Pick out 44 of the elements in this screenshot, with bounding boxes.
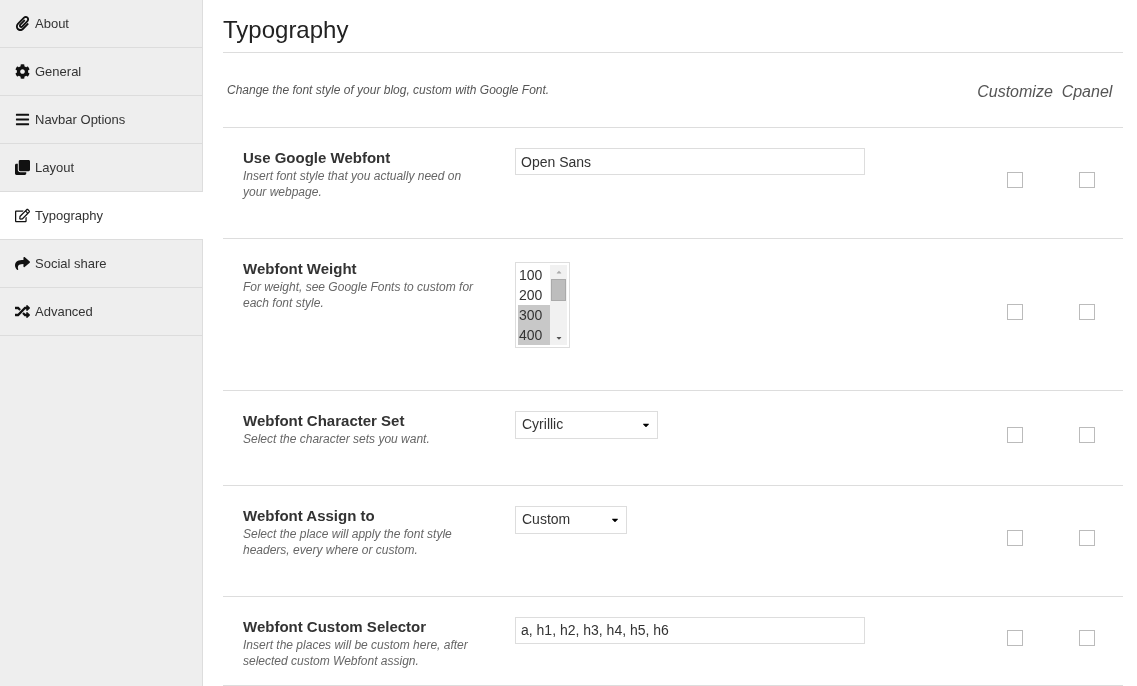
settings-icon: [15, 64, 30, 79]
dropdown[interactable]: Custom: [515, 505, 627, 534]
checkbox[interactable]: [1079, 529, 1095, 546]
checkbox[interactable]: [1007, 172, 1023, 189]
page-title: Typography: [223, 15, 350, 45]
checkbox[interactable]: [1007, 529, 1023, 546]
column-header: Cpanel: [1061, 82, 1113, 103]
menu-icon: [15, 112, 30, 127]
setting-label: Webfont Custom Selector: [243, 616, 428, 637]
setting-help: Insert the places will be custom here, after selected custom Webfont assign.: [243, 636, 469, 669]
sidebar-item[interactable]: Typography: [0, 192, 203, 240]
shuffle-icon: [15, 304, 30, 319]
setting-help: Select the place will apply the font style headers, every where or custom.: [243, 525, 453, 558]
text-field[interactable]: a, h1, h2, h3, h4, h5, h6: [515, 616, 865, 644]
setting-label: Webfont Character Set: [243, 410, 406, 431]
page-description: Change the font style of your blog, custom with Google Font.: [227, 82, 550, 100]
checkbox[interactable]: [1079, 172, 1095, 189]
list-option[interactable]: 200: [518, 285, 550, 306]
checkbox[interactable]: [1007, 426, 1023, 443]
scroll-thumb[interactable]: [551, 279, 566, 302]
setting-label: Use Google Webfont: [243, 148, 392, 169]
list-option[interactable]: 300: [518, 305, 550, 326]
stacked-squares-icon: [15, 160, 30, 175]
checkbox[interactable]: [1007, 303, 1023, 320]
checkbox[interactable]: [1079, 629, 1095, 646]
paperclip-icon: [15, 16, 30, 31]
column-header: Customize: [977, 82, 1053, 103]
setting-label: Webfont Assign to: [243, 505, 376, 526]
list-option[interactable]: 400: [518, 325, 550, 346]
dropdown[interactable]: Cyrillic: [515, 410, 658, 439]
list-option[interactable]: 100: [518, 265, 550, 286]
scrollbar[interactable]: [550, 265, 567, 346]
list-box[interactable]: 100 200 300 400: [515, 262, 570, 349]
text-field[interactable]: Open Sans: [515, 148, 865, 176]
checkbox[interactable]: [1079, 303, 1095, 320]
setting-help: Select the character sets you want.: [243, 430, 431, 447]
share-arrow-icon: [15, 256, 30, 271]
setting-label: Webfont Weight: [243, 259, 358, 280]
edit-icon: [15, 208, 30, 223]
checkbox[interactable]: [1007, 629, 1023, 646]
setting-help: For weight, see Google Fonts to custom for each font style.: [243, 279, 475, 312]
checkbox[interactable]: [1079, 426, 1095, 443]
setting-help: Insert font style that you actually need on your webpage.: [243, 168, 463, 201]
scroll-up-icon: [554, 268, 563, 277]
